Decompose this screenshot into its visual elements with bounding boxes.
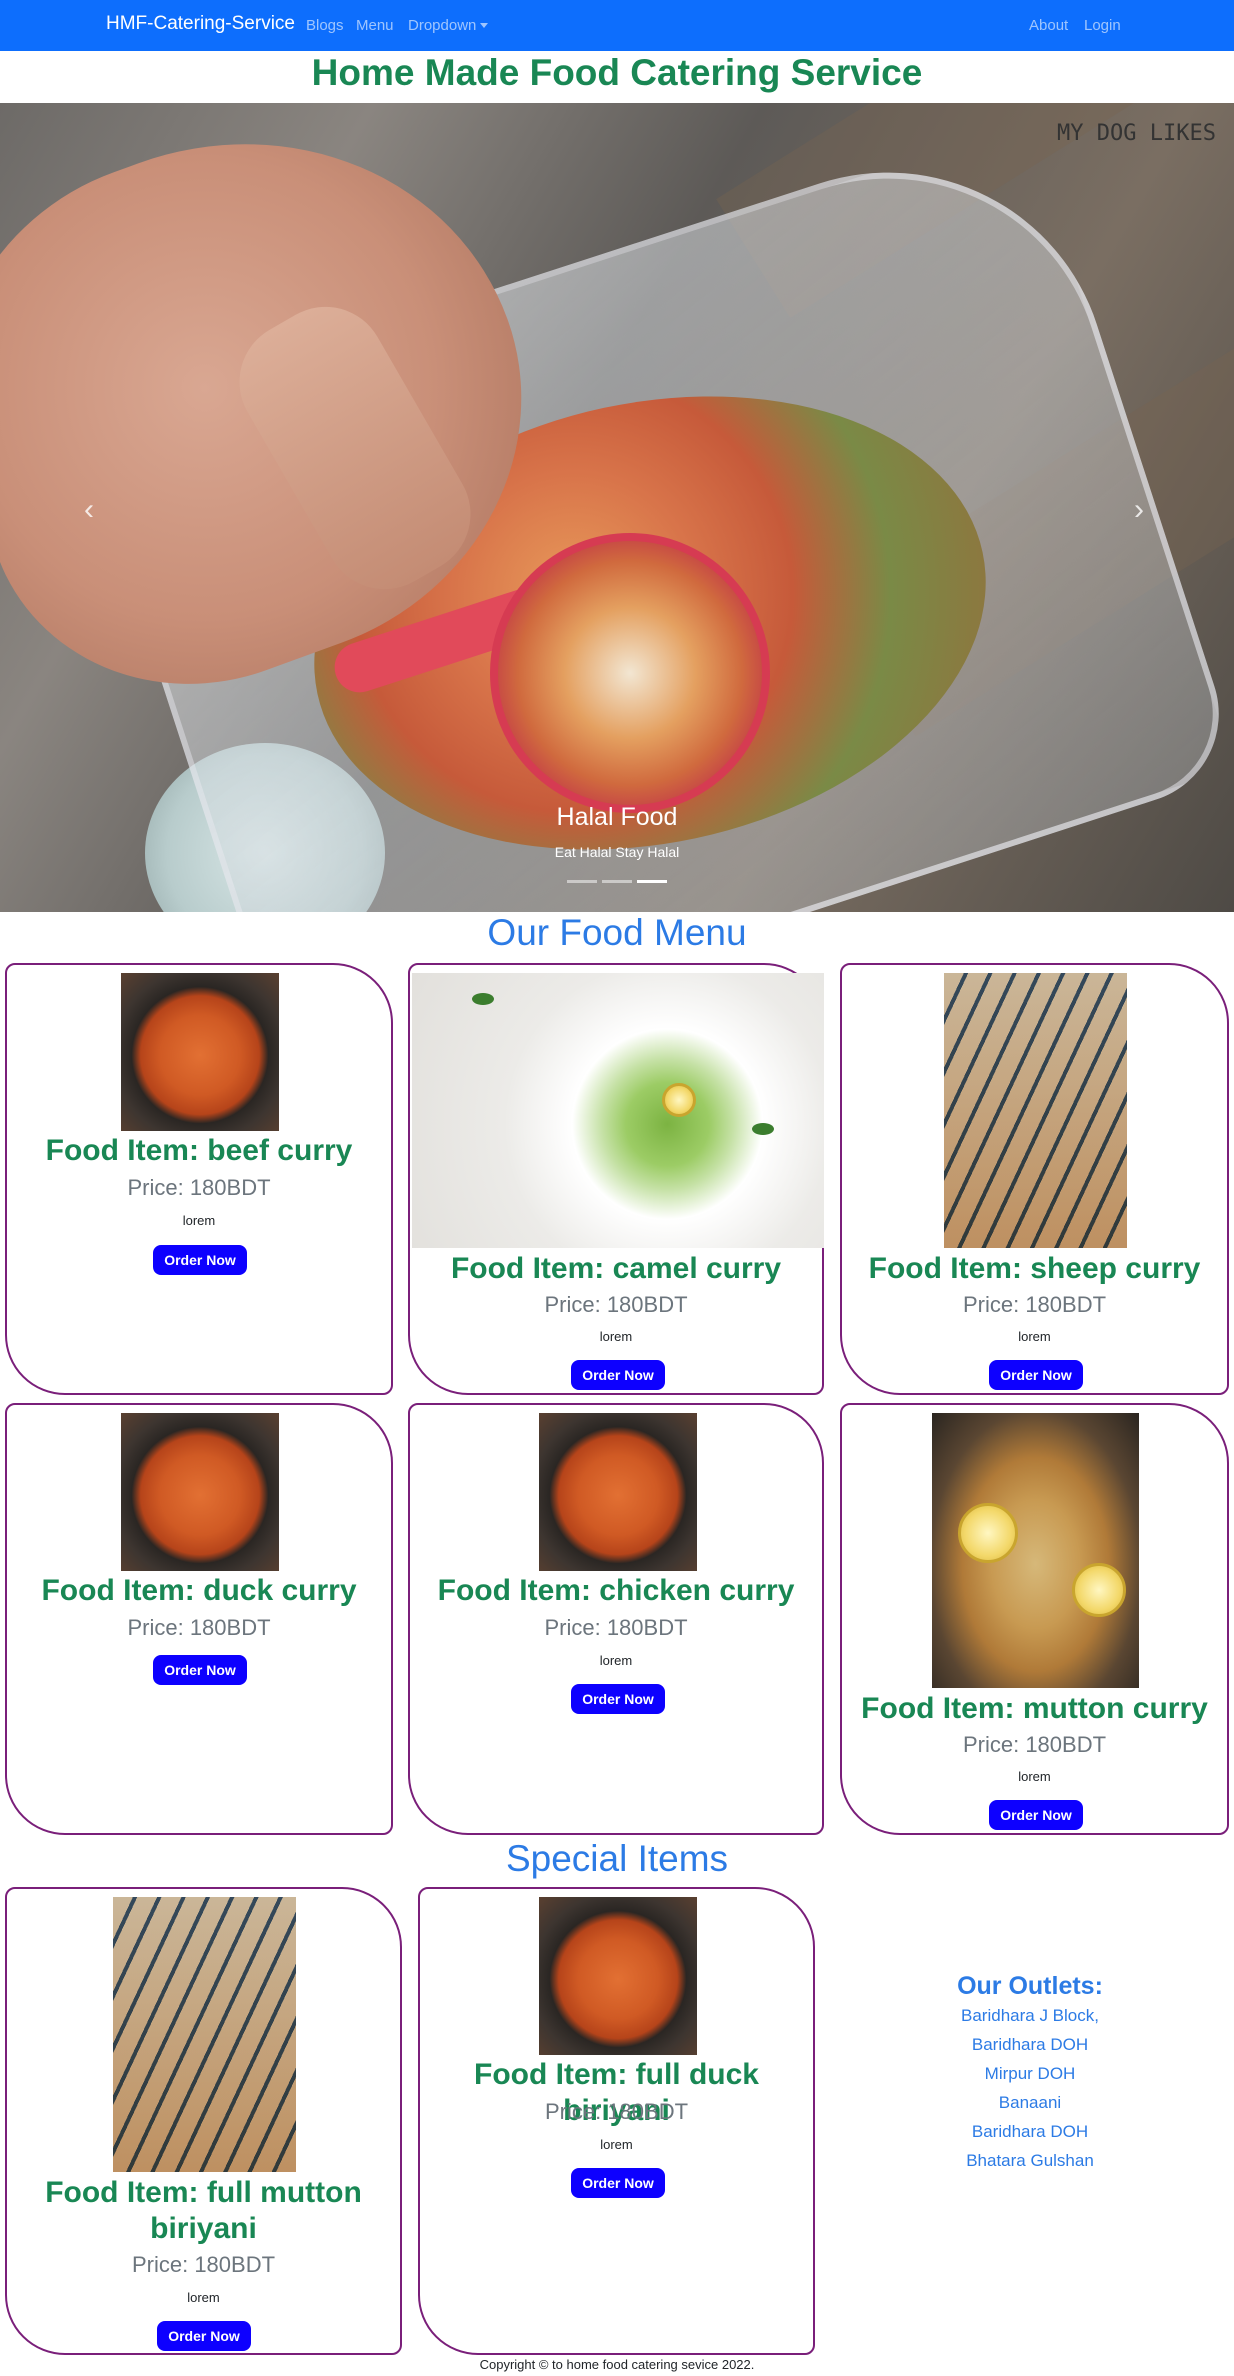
food-price: Price: 180BDT [962,1732,1107,1757]
lemon-decor [958,1503,1018,1563]
outlet-item: Baridhara J Block, [961,2006,1099,2025]
food-price: Price: 180BDT [544,1292,688,1317]
food-price: Price: 180BDT [127,1175,271,1200]
food-name: Food Item: beef curry [45,1134,353,1167]
food-image [121,973,279,1131]
outlet-item: Mirpur DOH [984,2064,1076,2083]
nav-link-blogs[interactable]: Blogs [306,17,344,34]
order-now-button[interactable]: Order Now [157,2321,251,2351]
food-desc: lorem [600,2137,633,2152]
food-desc: lorem [1018,1329,1051,1344]
food-price: Price: 180BDT [544,2099,689,2124]
lemon-decor [662,1083,696,1117]
order-now-button[interactable]: Order Now [153,1245,247,1275]
outlet-item: Banaani [998,2093,1062,2112]
navbar: HMF-Catering-Service Blogs Menu Dropdown… [0,0,1234,51]
carousel-caption-subtitle: Eat Halal Stay Halal [554,844,680,860]
watermark-logo: MY DOG LIKES [1057,121,1216,146]
food-desc: lorem [599,1653,633,1668]
leaf-decor [752,1123,774,1135]
food-image [113,1897,296,2172]
order-now-button[interactable]: Order Now [571,1360,665,1390]
food-price: Price: 180BDT [131,2252,276,2277]
special-card: Food Item: full mutton biriyani Price: 1… [5,1887,402,2355]
food-name: Food Item: full mutton biriyani [45,2176,362,2245]
outlet-item: Bhatara Gulshan [966,2151,1094,2170]
brand-link[interactable]: HMF-Catering-Service [106,13,295,35]
food-image [121,1413,279,1571]
carousel-indicator-2[interactable] [602,880,632,883]
special-section-title: Special Items [505,1838,729,1879]
food-card: Food Item: sheep curry Price: 180BDT lor… [840,963,1229,1395]
food-card: Food Item: duck curry Price: 180BDT Orde… [5,1403,393,1835]
food-name: Food Item: duck curry [41,1574,357,1607]
carousel-next-icon[interactable]: › [1134,493,1144,527]
food-image [412,973,824,1248]
food-image [944,973,1127,1248]
page-title: Home Made Food Catering Service [311,52,923,93]
menu-section-title: Our Food Menu [487,912,747,953]
nav-dropdown-label: Dropdown [408,17,477,34]
hero-carousel: MY DOG LIKES ‹ › Halal Food Eat Halal St… [0,103,1234,912]
order-now-button[interactable]: Order Now [571,1684,665,1714]
order-now-button[interactable]: Order Now [989,1800,1083,1830]
nav-link-menu[interactable]: Menu [356,17,394,34]
nav-link-login[interactable]: Login [1084,17,1121,34]
scoop-image [490,533,770,813]
carousel-indicator-1[interactable] [567,880,597,883]
food-card: Food Item: beef curry Price: 180BDT lore… [5,963,393,1395]
carousel-indicator-3[interactable] [637,880,667,883]
nav-link-about[interactable]: About [1029,17,1068,34]
outlet-item: Baridhara DOH [971,2035,1089,2054]
food-image [539,1897,697,2055]
food-image [539,1413,697,1571]
order-now-button[interactable]: Order Now [153,1655,247,1685]
food-name: Food Item: mutton curry [861,1692,1208,1725]
nav-dropdown-toggle[interactable]: Dropdown [408,17,489,34]
food-name: Food Item: sheep curry [868,1252,1201,1285]
order-now-button[interactable]: Order Now [571,2168,665,2198]
food-price: Price: 180BDT [962,1292,1107,1317]
food-price: Price: 180BDT [127,1615,271,1640]
food-desc: lorem [187,2290,220,2305]
food-card: Food Item: chicken curry Price: 180BDT l… [408,1403,824,1835]
order-now-button[interactable]: Order Now [989,1360,1083,1390]
food-name: Food Item: camel curry [450,1252,782,1285]
food-image [932,1413,1139,1688]
food-card: Food Item: mutton curry Price: 180BDT lo… [840,1403,1229,1835]
carousel-prev-icon[interactable]: ‹ [84,493,94,527]
footer-copyright: Copyright © to home food catering sevice… [479,2357,755,2372]
food-desc: lorem [1018,1769,1051,1784]
carousel-caption-title: Halal Food [556,803,678,831]
food-name: Food Item: chicken curry [437,1574,795,1607]
food-price: Price: 180BDT [544,1615,688,1640]
special-card: Food Item: full duck biriyani Price: 180… [418,1887,815,2355]
food-card: Food Item: camel curry Price: 180BDT lor… [408,963,824,1395]
food-desc: lorem [182,1213,216,1228]
lemon-decor [1072,1563,1126,1617]
outlets-title: Our Outlets: [957,1972,1103,2000]
leaf-decor [472,993,494,1005]
food-desc: lorem [599,1329,633,1344]
outlet-item: Baridhara DOH [971,2122,1089,2141]
caret-down-icon [480,23,489,28]
